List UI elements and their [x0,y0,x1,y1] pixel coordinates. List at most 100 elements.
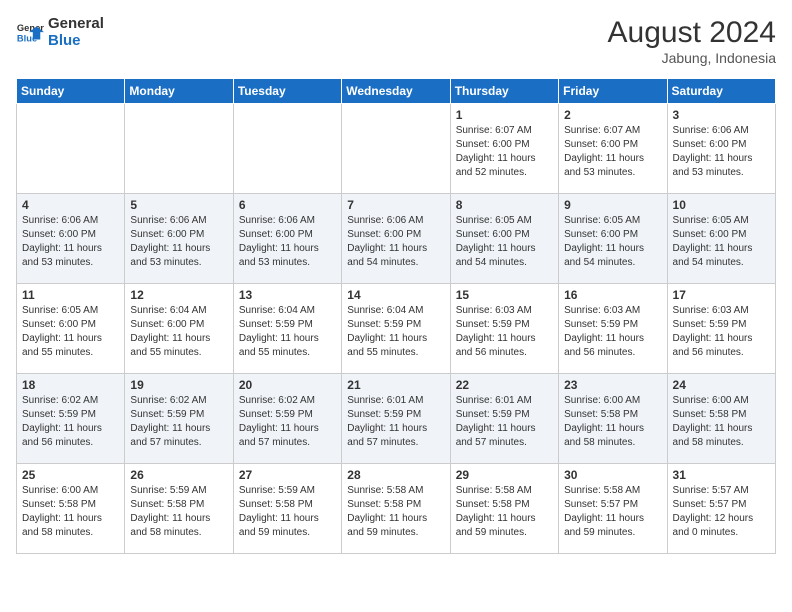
cell-sun-info: Sunrise: 6:01 AMSunset: 5:59 PMDaylight:… [456,394,553,450]
calendar-cell: 31 Sunrise: 5:57 AMSunset: 5:57 PMDayligh… [667,464,775,554]
cell-sun-info: Sunrise: 6:07 AMSunset: 6:00 PMDaylight:… [564,124,661,180]
cell-sun-info: Sunrise: 6:03 AMSunset: 5:59 PMDaylight:… [456,304,553,360]
calendar-cell: 25Sunrise: 6:00 AMSunset: 5:58 PMDayligh… [17,464,125,554]
day-number: 31 [673,468,770,482]
cell-sun-info: Sunrise: 6:00 AMSunset: 5:58 PMDaylight:… [564,394,661,450]
cell-sun-info: Sunrise: 6:05 AMSunset: 6:00 PMDaylight:… [456,214,553,270]
cell-sun-info: Sunrise: 5:59 AMSunset: 5:58 PMDaylight:… [130,484,227,540]
calendar-cell: 5 Sunrise: 6:06 AMSunset: 6:00 PMDaylight… [125,194,233,284]
calendar-cell: 23 Sunrise: 6:00 AMSunset: 5:58 PMDayligh… [559,374,667,464]
day-number: 9 [564,198,661,212]
calendar-cell: 22 Sunrise: 6:01 AMSunset: 5:59 PMDayligh… [450,374,558,464]
calendar-cell: 20 Sunrise: 6:02 AMSunset: 5:59 PMDayligh… [233,374,341,464]
calendar-cell: 18Sunrise: 6:02 AMSunset: 5:59 PMDayligh… [17,374,125,464]
calendar-cell: 8 Sunrise: 6:05 AMSunset: 6:00 PMDaylight… [450,194,558,284]
day-number: 15 [456,288,553,302]
calendar-cell [17,104,125,194]
cell-sun-info: Sunrise: 6:02 AMSunset: 5:59 PMDaylight:… [239,394,336,450]
day-number: 10 [673,198,770,212]
cell-sun-info: Sunrise: 6:04 AMSunset: 6:00 PMDaylight:… [130,304,227,360]
location: Jabung, Indonesia [608,50,776,66]
cell-sun-info: Sunrise: 6:06 AMSunset: 6:00 PMDaylight:… [22,214,119,270]
cell-sun-info: Sunrise: 6:04 AMSunset: 5:59 PMDaylight:… [239,304,336,360]
day-number: 18 [22,378,119,392]
day-number: 6 [239,198,336,212]
cell-sun-info: Sunrise: 6:06 AMSunset: 6:00 PMDaylight:… [347,214,444,270]
day-number: 16 [564,288,661,302]
cell-sun-info: Sunrise: 5:59 AMSunset: 5:58 PMDaylight:… [239,484,336,540]
calendar-cell: 19 Sunrise: 6:02 AMSunset: 5:59 PMDayligh… [125,374,233,464]
day-number: 29 [456,468,553,482]
day-number: 26 [130,468,227,482]
calendar-cell: 26 Sunrise: 5:59 AMSunset: 5:58 PMDayligh… [125,464,233,554]
calendar-cell: 15 Sunrise: 6:03 AMSunset: 5:59 PMDayligh… [450,284,558,374]
calendar-cell: 2 Sunrise: 6:07 AMSunset: 6:00 PMDaylight… [559,104,667,194]
calendar-cell [125,104,233,194]
cell-sun-info: Sunrise: 6:03 AMSunset: 5:59 PMDaylight:… [673,304,770,360]
calendar-cell: 24Sunrise: 6:00 AMSunset: 5:58 PMDayligh… [667,374,775,464]
calendar-cell: 17 Sunrise: 6:03 AMSunset: 5:59 PMDayligh… [667,284,775,374]
calendar-cell [342,104,450,194]
weekday-header-wednesday: Wednesday [342,79,450,104]
cell-sun-info: Sunrise: 5:58 AMSunset: 5:57 PMDaylight:… [564,484,661,540]
day-number: 11 [22,288,119,302]
cell-sun-info: Sunrise: 6:06 AMSunset: 6:00 PMDaylight:… [130,214,227,270]
calendar-cell: 27 Sunrise: 5:59 AMSunset: 5:58 PMDayligh… [233,464,341,554]
day-number: 4 [22,198,119,212]
weekday-header-tuesday: Tuesday [233,79,341,104]
day-number: 21 [347,378,444,392]
day-number: 20 [239,378,336,392]
calendar-cell: 12 Sunrise: 6:04 AMSunset: 6:00 PMDayligh… [125,284,233,374]
calendar-cell [233,104,341,194]
calendar-cell: 28Sunrise: 5:58 AMSunset: 5:58 PMDayligh… [342,464,450,554]
weekday-header-friday: Friday [559,79,667,104]
calendar-week-3: 11Sunrise: 6:05 AMSunset: 6:00 PMDayligh… [17,284,776,374]
cell-sun-info: Sunrise: 6:04 AMSunset: 5:59 PMDaylight:… [347,304,444,360]
day-number: 7 [347,198,444,212]
calendar-cell: 3 Sunrise: 6:06 AMSunset: 6:00 PMDaylight… [667,104,775,194]
cell-sun-info: Sunrise: 6:00 AMSunset: 5:58 PMDaylight:… [22,484,119,540]
day-number: 22 [456,378,553,392]
logo-general: General [48,15,104,32]
page-header: General Blue General Blue August 2024 Ja… [16,16,776,66]
calendar-cell: 9Sunrise: 6:05 AMSunset: 6:00 PMDaylight… [559,194,667,284]
cell-sun-info: Sunrise: 6:05 AMSunset: 6:00 PMDaylight:… [673,214,770,270]
day-number: 2 [564,108,661,122]
day-number: 30 [564,468,661,482]
weekday-header-thursday: Thursday [450,79,558,104]
calendar-week-5: 25Sunrise: 6:00 AMSunset: 5:58 PMDayligh… [17,464,776,554]
day-number: 1 [456,108,553,122]
day-number: 23 [564,378,661,392]
calendar-cell: 30 Sunrise: 5:58 AMSunset: 5:57 PMDayligh… [559,464,667,554]
day-number: 17 [673,288,770,302]
cell-sun-info: Sunrise: 6:07 AMSunset: 6:00 PMDaylight:… [456,124,553,180]
day-number: 8 [456,198,553,212]
day-number: 19 [130,378,227,392]
day-number: 27 [239,468,336,482]
calendar-cell: 14Sunrise: 6:04 AMSunset: 5:59 PMDayligh… [342,284,450,374]
calendar-cell: 21 Sunrise: 6:01 AMSunset: 5:59 PMDayligh… [342,374,450,464]
calendar-cell: 11Sunrise: 6:05 AMSunset: 6:00 PMDayligh… [17,284,125,374]
day-number: 3 [673,108,770,122]
calendar-week-1: 1 Sunrise: 6:07 AMSunset: 6:00 PMDaylight… [17,104,776,194]
cell-sun-info: Sunrise: 5:57 AMSunset: 5:57 PMDaylight:… [673,484,770,540]
calendar-cell: 13 Sunrise: 6:04 AMSunset: 5:59 PMDayligh… [233,284,341,374]
day-number: 12 [130,288,227,302]
calendar-cell: 1 Sunrise: 6:07 AMSunset: 6:00 PMDaylight… [450,104,558,194]
cell-sun-info: Sunrise: 6:00 AMSunset: 5:58 PMDaylight:… [673,394,770,450]
calendar-cell: 6 Sunrise: 6:06 AMSunset: 6:00 PMDaylight… [233,194,341,284]
weekday-header-monday: Monday [125,79,233,104]
weekday-header-saturday: Saturday [667,79,775,104]
day-number: 13 [239,288,336,302]
cell-sun-info: Sunrise: 6:03 AMSunset: 5:59 PMDaylight:… [564,304,661,360]
calendar-week-4: 18 Sunrise: 6:02 AMSunset: 5:59 PMDayligh… [17,374,776,464]
calendar-cell: 4 Sunrise: 6:06 AMSunset: 6:00 PMDaylight… [17,194,125,284]
weekday-header-row: SundayMondayTuesdayWednesdayThursdayFrid… [17,79,776,104]
cell-sun-info: Sunrise: 6:02 AMSunset: 5:59 PMDaylight:… [130,394,227,450]
cell-sun-info: Sunrise: 6:06 AMSunset: 6:00 PMDaylight:… [673,124,770,180]
cell-sun-info: Sunrise: 6:01 AMSunset: 5:59 PMDaylight:… [347,394,444,450]
day-number: 5 [130,198,227,212]
logo: General Blue General Blue [16,16,104,49]
logo-icon: General Blue [16,19,44,47]
cell-sun-info: Sunrise: 6:06 AMSunset: 6:00 PMDaylight:… [239,214,336,270]
